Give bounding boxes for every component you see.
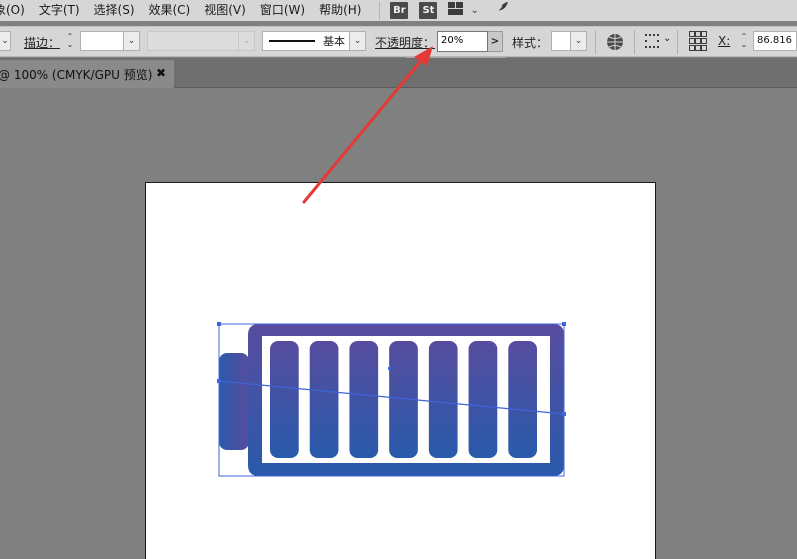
handle-top-left[interactable] xyxy=(217,322,221,326)
battery-bar xyxy=(428,341,458,458)
stock-button[interactable]: St xyxy=(419,2,438,19)
battery-bar xyxy=(508,341,537,458)
variable-width-field xyxy=(147,31,239,51)
x-coordinate-input[interactable]: 86.816 xyxy=(753,31,797,51)
variable-width-dropdown: ⌄ xyxy=(239,31,255,51)
reference-point-grid-icon[interactable] xyxy=(689,31,708,55)
graphic-style-dropdown[interactable]: ⌄ xyxy=(571,31,587,51)
menu-effect[interactable]: 效果(C) xyxy=(149,0,191,21)
battery-bar xyxy=(270,341,299,458)
menu-window[interactable]: 窗口(W) xyxy=(260,0,305,21)
align-dots-icon[interactable] xyxy=(645,34,661,53)
menu-type[interactable]: 文字(T) xyxy=(39,0,80,21)
menu-object[interactable]: 象(O) xyxy=(0,0,25,21)
opacity-label[interactable]: 不透明度： xyxy=(375,34,435,51)
brush-label: 基本 xyxy=(323,35,345,48)
graphic-style-swatch[interactable] xyxy=(551,31,571,51)
divider xyxy=(634,30,635,54)
artboard[interactable] xyxy=(145,182,656,559)
battery-artwork[interactable] xyxy=(146,183,657,559)
brush-dropdown[interactable]: ⌄ xyxy=(350,31,366,51)
control-bar: ⌄ 描边： ⌃ ⌄ ⌄ ⌄ 基本 ⌄ 不透明度： 20% > 样式： ⌄ ⌄ X:… xyxy=(0,26,797,57)
divider xyxy=(595,30,596,54)
stroke-weight-dropdown[interactable]: ⌄ xyxy=(124,31,140,51)
menu-view[interactable]: 视图(V) xyxy=(204,0,246,21)
opacity-slider-toggle[interactable]: > xyxy=(488,31,503,52)
handle-top-right[interactable] xyxy=(562,322,566,326)
battery-bar xyxy=(309,341,339,458)
battery-bar xyxy=(349,341,379,458)
x-spinner[interactable]: ⌃ ⌄ xyxy=(738,31,750,51)
bridge-button[interactable]: Br xyxy=(390,2,409,19)
battery-icon[interactable] xyxy=(219,324,564,476)
feather-icon[interactable] xyxy=(491,1,509,21)
handle-left-mid[interactable] xyxy=(217,379,221,383)
menu-divider xyxy=(379,1,381,20)
chevron-down-icon[interactable]: ⌄ xyxy=(470,5,478,16)
document-tab-bar: @ 100% (CMYK/GPU 预览) ✖ xyxy=(0,58,797,88)
stroke-label: 描边： xyxy=(24,36,61,50)
chevron-down-icon[interactable]: ⌄ xyxy=(663,33,671,44)
opacity-input[interactable]: 20% xyxy=(437,31,488,52)
menu-select[interactable]: 选择(S) xyxy=(94,0,135,21)
x-label: X: xyxy=(718,34,731,48)
menu-help[interactable]: 帮助(H) xyxy=(319,0,361,21)
close-icon[interactable]: ✖ xyxy=(156,66,166,80)
fill-dropdown-button[interactable]: ⌄ xyxy=(0,31,11,51)
stroke-weight-input[interactable] xyxy=(80,31,124,51)
style-label: 样式： xyxy=(512,36,549,50)
workspace-grid-icon[interactable] xyxy=(448,1,466,20)
globe-recolor-icon[interactable] xyxy=(606,33,624,54)
document-tab[interactable]: @ 100% (CMYK/GPU 预览) ✖ xyxy=(0,60,174,88)
center-point xyxy=(388,367,391,370)
battery-terminal xyxy=(219,353,249,450)
brush-stroke-preview xyxy=(269,40,315,42)
menu-bar: 象(O) 文字(T) 选择(S) 效果(C) 视图(V) 窗口(W) 帮助(H)… xyxy=(0,0,797,21)
handle-right-mid[interactable] xyxy=(562,412,566,416)
battery-bar xyxy=(468,341,498,458)
brush-definition-field[interactable]: 基本 xyxy=(262,31,350,51)
document-tab-label: @ 100% (CMYK/GPU 预览) xyxy=(0,67,153,82)
stroke-weight-spinner[interactable]: ⌃ ⌄ xyxy=(64,31,76,51)
divider xyxy=(677,30,678,54)
